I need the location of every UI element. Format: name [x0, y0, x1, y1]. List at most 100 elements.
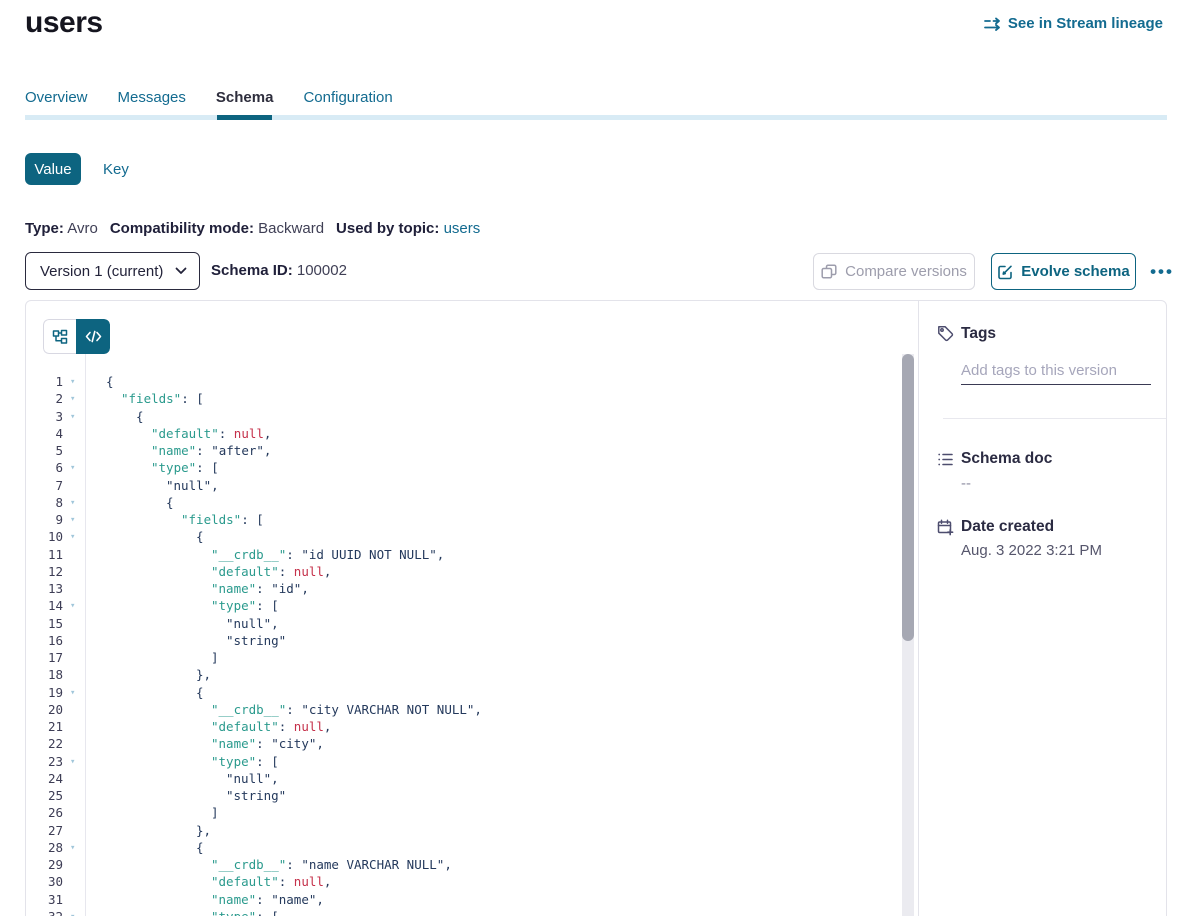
compatibility-value: Backward: [258, 220, 324, 237]
line-number: 9: [26, 511, 63, 528]
schema-panel: 1▾{2▾"fields": [3▾{4"default": null,5"na…: [25, 300, 1167, 916]
code-line: 1▾{: [26, 373, 902, 390]
code-text: "fields": [: [106, 511, 264, 528]
code-view-button[interactable]: [76, 319, 110, 354]
fold-toggle-icon[interactable]: ▾: [70, 391, 75, 408]
code-line: 3▾{: [26, 408, 902, 425]
tab-messages[interactable]: Messages: [118, 89, 186, 110]
line-number: 7: [26, 477, 63, 494]
used-by-topic-link[interactable]: users: [444, 220, 481, 237]
line-number: 13: [26, 580, 63, 597]
code-line: 2 ▾ "fields": [: [26, 390, 902, 407]
fold-toggle-icon[interactable]: ▾: [70, 909, 75, 916]
code-line: 29"__crdb__": "name VARCHAR NULL",: [26, 856, 902, 873]
schema-id-label: Schema ID:: [211, 262, 293, 279]
schema-meta-row: Type: Avro Compatibility mode: Backward …: [25, 220, 480, 237]
line-number: 18: [26, 666, 63, 683]
type-value: Avro: [67, 220, 98, 237]
fold-toggle-icon[interactable]: ▾: [70, 460, 75, 477]
line-number: 22: [26, 735, 63, 752]
code-text: "string": [106, 787, 286, 804]
code-line: 20"__crdb__": "city VARCHAR NOT NULL",: [26, 701, 902, 718]
fold-toggle-icon[interactable]: ▾: [70, 495, 75, 512]
version-select[interactable]: Version 1 (current): [25, 252, 200, 290]
add-tags-input[interactable]: [961, 357, 1151, 385]
code-line: 9 ▾ "fields": [: [26, 511, 902, 528]
line-number: 29: [26, 856, 63, 873]
active-tab-indicator: [217, 115, 272, 120]
fold-toggle-icon[interactable]: ▾: [70, 754, 75, 771]
fold-toggle-icon[interactable]: ▾: [70, 840, 75, 857]
code-text: "__crdb__": "id UUID NOT NULL",: [106, 546, 444, 563]
code-line: 27},: [26, 822, 902, 839]
code-text: "default": null,: [106, 563, 331, 580]
used-by-topic: Used by topic: users: [336, 220, 480, 237]
editor-view-toggle: [43, 319, 110, 354]
see-in-stream-lineage-link[interactable]: See in Stream lineage: [983, 15, 1163, 32]
tab-overview[interactable]: Overview: [25, 89, 88, 110]
code-line: 26]: [26, 804, 902, 821]
line-number: 10: [26, 528, 63, 545]
code-text: ]: [106, 649, 219, 666]
date-created-value: Aug. 3 2022 3:21 PM: [961, 542, 1102, 559]
code-line: 21 "default": null,: [26, 718, 902, 735]
compare-versions-button[interactable]: Compare versions: [813, 253, 975, 290]
compatibility-mode: Compatibility mode: Backward: [110, 220, 324, 237]
fold-toggle-icon[interactable]: ▾: [70, 529, 75, 546]
code-line: 12"default": null,: [26, 563, 902, 580]
fold-toggle-icon[interactable]: ▾: [70, 685, 75, 702]
page-title: users: [25, 6, 103, 40]
line-number: 32: [26, 908, 63, 916]
sidebar-divider: [943, 418, 1166, 419]
line-number: 17: [26, 649, 63, 666]
list-icon: [937, 451, 954, 468]
fold-toggle-icon[interactable]: ▾: [70, 409, 75, 426]
code-line: 15"null",: [26, 615, 902, 632]
code-text: "type": [: [106, 753, 279, 770]
line-number: 16: [26, 632, 63, 649]
code-line: 30"default": null,: [26, 873, 902, 890]
line-number: 26: [26, 804, 63, 821]
code-line: 31"name": "name",: [26, 891, 902, 908]
line-number: 4: [26, 425, 63, 442]
code-text: "default": null,: [106, 718, 331, 735]
compatibility-label: Compatibility mode:: [110, 220, 254, 237]
code-text: "string": [106, 632, 286, 649]
line-number: 19: [26, 684, 63, 701]
editor-scrollbar-thumb[interactable]: [902, 354, 914, 641]
code-line: 14▾"type": [: [26, 597, 902, 614]
fold-toggle-icon[interactable]: ▾: [70, 598, 75, 615]
line-number: 2: [26, 390, 63, 407]
type-label: Type:: [25, 220, 64, 237]
schema-id-value: 100002: [297, 262, 347, 279]
code-line: 13 "name": "id",: [26, 580, 902, 597]
used-by-topic-label: Used by topic:: [336, 220, 439, 237]
code-text: "null",: [106, 615, 279, 632]
version-select-value: Version 1 (current): [40, 263, 163, 280]
schema-id: Schema ID: 100002: [211, 262, 347, 279]
code-text: },: [106, 666, 211, 683]
fold-toggle-icon[interactable]: ▾: [70, 374, 75, 391]
code-line: 4"default": null,: [26, 425, 902, 442]
fold-toggle-icon[interactable]: ▾: [70, 512, 75, 529]
key-toggle-button[interactable]: Key: [103, 161, 129, 178]
tree-view-button[interactable]: [43, 319, 76, 354]
code-line: 24"null",: [26, 770, 902, 787]
evolve-schema-button[interactable]: Evolve schema: [991, 253, 1136, 290]
tab-bar: Overview Messages Schema Configuration: [25, 89, 393, 110]
tab-configuration[interactable]: Configuration: [303, 89, 392, 110]
code-line: 28▾{: [26, 839, 902, 856]
line-number: 11: [26, 546, 63, 563]
tab-schema[interactable]: Schema: [216, 89, 274, 110]
editor-scrollbar[interactable]: [902, 354, 914, 916]
more-actions-button[interactable]: •••: [1144, 255, 1180, 289]
value-toggle-button[interactable]: Value: [25, 153, 81, 185]
code-text: "type": [: [106, 597, 279, 614]
line-number: 21: [26, 718, 63, 735]
code-line: 17]: [26, 649, 902, 666]
line-number: 28: [26, 839, 63, 856]
code-text: "fields": [: [106, 390, 204, 407]
code-text: "name": "id",: [106, 580, 309, 597]
line-number: 24: [26, 770, 63, 787]
code-text: "name": "after",: [106, 442, 271, 459]
